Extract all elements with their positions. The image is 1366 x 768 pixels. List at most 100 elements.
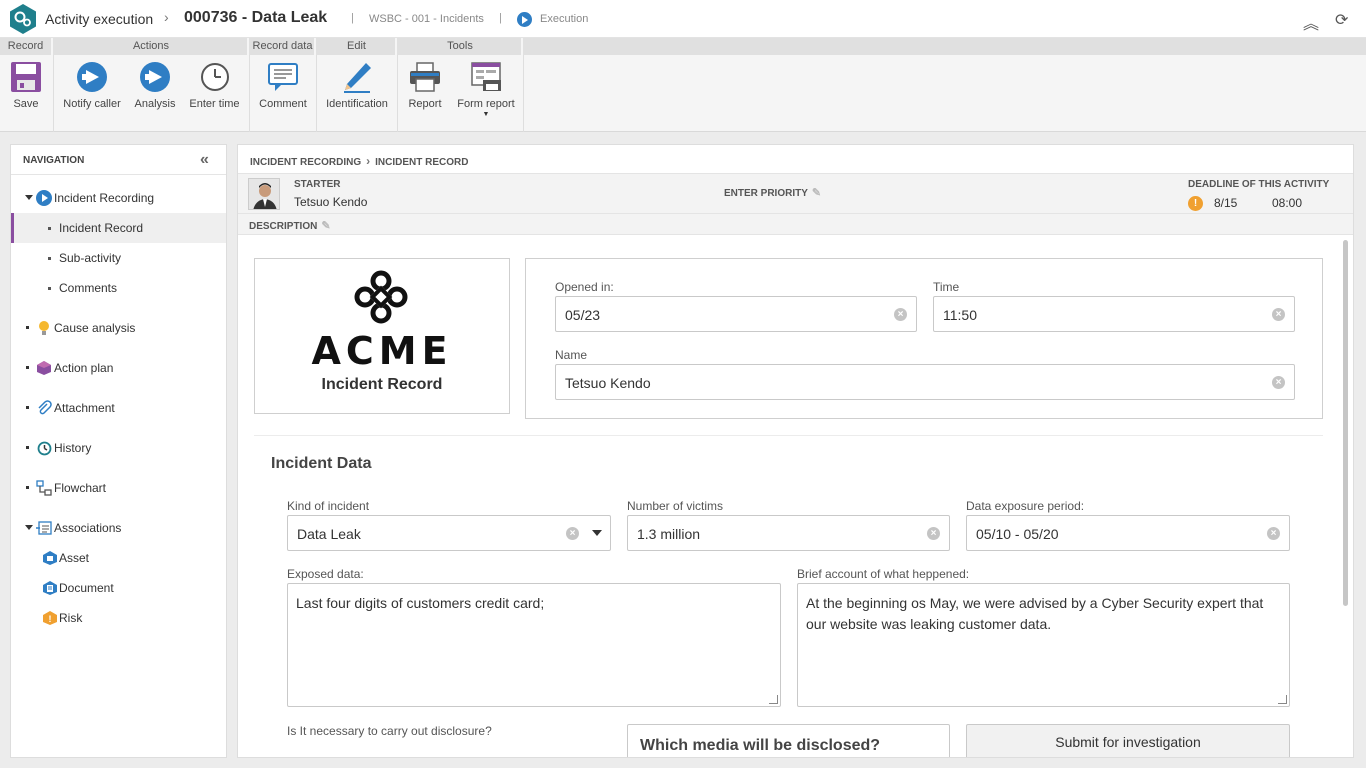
chevron-right-icon: ›: [366, 154, 371, 168]
nav-item-action-plan[interactable]: Action plan: [11, 353, 226, 383]
exposed-data-label: Exposed data:: [287, 567, 364, 581]
bullet: [48, 287, 51, 290]
save-icon: [11, 62, 41, 92]
bullet: [26, 446, 29, 449]
group-record-data: Record data: [251, 38, 316, 55]
expand-caret-icon[interactable]: [25, 525, 33, 530]
kind-label: Kind of incident: [287, 499, 370, 513]
nav-label: Risk: [59, 611, 83, 625]
report-button[interactable]: Report: [406, 60, 444, 110]
clear-icon[interactable]: ×: [1272, 308, 1285, 321]
description-bar[interactable]: DESCRIPTION ✎: [238, 213, 1353, 235]
enter-time-button[interactable]: Enter time: [188, 60, 241, 110]
analysis-label: Analysis: [134, 98, 176, 110]
logo-text: ACME: [311, 329, 453, 373]
collapse-left-icon[interactable]: «: [200, 151, 209, 169]
disclosure-label: Is It necessary to carry out disclosure?: [287, 724, 492, 738]
nav-label: Asset: [59, 551, 90, 565]
pencil-icon[interactable]: ✎: [812, 187, 821, 199]
title-bar: Activity execution › 000736 - Data Leak …: [0, 0, 1366, 38]
time-label: Time: [933, 280, 960, 294]
clear-icon[interactable]: ×: [894, 308, 907, 321]
person-photo-icon: [249, 179, 279, 209]
nav-item-comments[interactable]: Comments: [11, 273, 226, 303]
clear-icon[interactable]: ×: [566, 527, 579, 540]
flowchart-icon: [36, 480, 52, 496]
nav-label: Comments: [59, 281, 118, 295]
logo-card: ACME Incident Record: [254, 258, 510, 414]
nav-item-history[interactable]: History: [11, 433, 226, 463]
divider: [397, 55, 398, 132]
nav-item-risk[interactable]: ! Risk: [11, 603, 226, 633]
exposed-data-textarea[interactable]: Last four digits of customers credit car…: [287, 583, 781, 707]
nav-item-cause-analysis[interactable]: Cause analysis: [11, 313, 226, 343]
nav-label: Cause analysis: [54, 321, 136, 335]
play-circle-icon: [36, 190, 52, 206]
nav-label: Flowchart: [54, 481, 107, 495]
submit-investigation-button[interactable]: Submit for investigation: [966, 724, 1290, 757]
clear-icon[interactable]: ×: [927, 527, 940, 540]
risk-icon: !: [43, 611, 57, 625]
enter-time-label: Enter time: [189, 98, 240, 110]
starter-label: STARTER: [294, 179, 341, 190]
lightbulb-icon: [39, 321, 49, 335]
history-icon: [37, 441, 52, 456]
nav-label: Sub-activity: [59, 251, 122, 265]
nav-item-incident-record[interactable]: Incident Record: [11, 213, 226, 243]
victims-field[interactable]: 1.3 million ×: [627, 515, 950, 551]
breadcrumb-item[interactable]: INCIDENT RECORDING: [250, 157, 361, 168]
exposure-period-field[interactable]: 05/10 - 05/20 ×: [966, 515, 1290, 551]
report-label: Report: [408, 98, 442, 110]
nav-item-asset[interactable]: Asset: [11, 543, 226, 573]
pencil-icon: [344, 63, 371, 93]
opened-date-field[interactable]: 05/23 ×: [555, 296, 917, 332]
nav-item-incident-recording[interactable]: Incident Recording: [11, 183, 226, 213]
time-field[interactable]: 11:50 ×: [933, 296, 1295, 332]
scrollbar[interactable]: [1343, 240, 1348, 606]
refresh-icon[interactable]: ⟳: [1335, 10, 1348, 30]
save-button[interactable]: Save: [9, 60, 43, 110]
nav-item-document[interactable]: Document: [11, 573, 226, 603]
comment-icon: [268, 63, 298, 91]
name-field[interactable]: Tetsuo Kendo ×: [555, 364, 1295, 400]
activity-info-bar: STARTER Tetsuo Kendo ENTER PRIORITY ✎ DEA…: [238, 173, 1353, 213]
bullet: [26, 486, 29, 489]
app-logo-icon: [10, 4, 36, 34]
nav-item-attachment[interactable]: Attachment: [11, 393, 226, 423]
exposure-label: Data exposure period:: [966, 499, 1085, 513]
comment-label: Comment: [259, 98, 307, 110]
bullet: [26, 366, 29, 369]
notify-caller-label: Notify caller: [63, 98, 121, 110]
pencil-icon[interactable]: ✎: [321, 220, 330, 232]
breadcrumb-item: INCIDENT RECORD: [375, 157, 469, 168]
kind-of-incident-select[interactable]: Data Leak ×: [287, 515, 611, 551]
collapse-up-icon[interactable]: ︽: [1303, 10, 1319, 34]
nav-label: Incident Record: [59, 221, 144, 235]
expand-caret-icon[interactable]: [25, 195, 33, 200]
clear-icon[interactable]: ×: [1272, 376, 1285, 389]
comment-button[interactable]: Comment: [257, 60, 309, 110]
analysis-button[interactable]: Analysis: [133, 60, 177, 110]
notify-caller-button[interactable]: Notify caller: [61, 60, 123, 110]
victims-label: Number of victims: [627, 499, 724, 513]
nav-item-sub-activity[interactable]: Sub-activity: [11, 243, 226, 273]
form-report-button[interactable]: Form report ▼: [456, 60, 516, 118]
nav-item-associations[interactable]: Associations: [11, 513, 226, 543]
account-label: Brief account of what heppened:: [797, 567, 970, 581]
avatar: [248, 178, 280, 210]
deadline-time: 08:00: [1272, 196, 1303, 210]
nav-item-flowchart[interactable]: Flowchart: [11, 473, 226, 503]
account-textarea[interactable]: At the beginning os May, we were advised…: [797, 583, 1290, 707]
save-label: Save: [13, 98, 39, 110]
logo-caption: Incident Record: [321, 376, 443, 393]
dropdown-caret-icon[interactable]: [592, 530, 602, 536]
clear-icon[interactable]: ×: [1267, 527, 1280, 540]
nav-label: Incident Recording: [54, 191, 155, 205]
divider: [53, 55, 54, 132]
priority-label[interactable]: ENTER PRIORITY ✎: [724, 186, 821, 199]
arrow-right-circle-icon: [138, 60, 172, 94]
associations-icon: [36, 521, 52, 535]
dropdown-caret-icon[interactable]: ▼: [456, 111, 516, 118]
media-selector[interactable]: Which media will be disclosed?: [627, 724, 950, 757]
identification-button[interactable]: Identification: [324, 60, 390, 110]
